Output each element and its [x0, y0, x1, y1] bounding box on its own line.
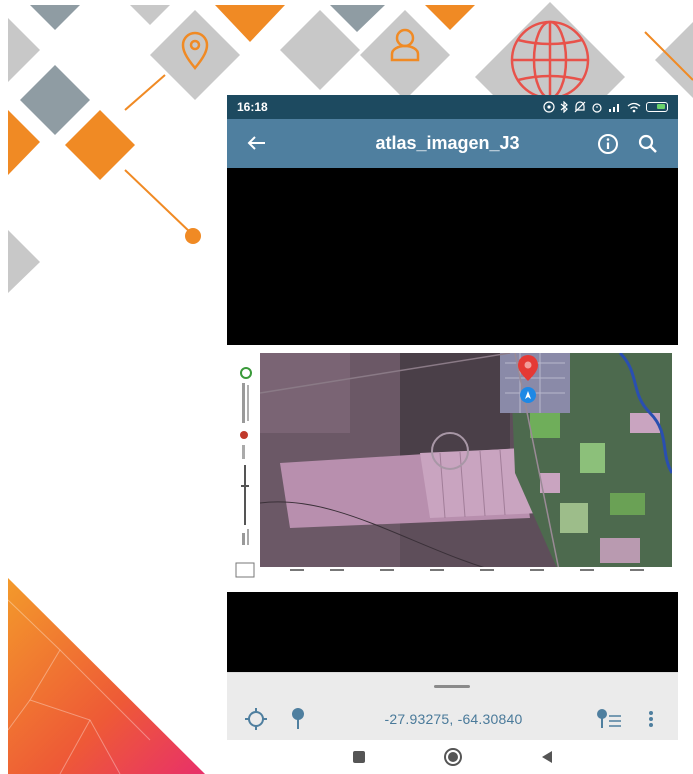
map-legend	[235, 367, 255, 578]
home-button[interactable]	[441, 745, 465, 769]
recents-button[interactable]	[347, 745, 371, 769]
alarm-icon	[592, 103, 602, 113]
arrow-left-icon	[247, 135, 265, 150]
phone-screen: 16:18 atlas_imagen_J3 -27.93275, -64.308…	[227, 95, 678, 774]
search-button[interactable]	[628, 124, 668, 164]
bluetooth-icon	[560, 101, 568, 113]
system-nav-bar	[227, 740, 678, 774]
map-pin-icon	[292, 708, 304, 729]
triangle-back-icon	[541, 751, 552, 763]
info-icon	[598, 133, 618, 154]
satellite-map-image[interactable]	[260, 353, 672, 575]
map-viewport-bottom[interactable]	[227, 592, 678, 672]
mute-icon	[574, 101, 586, 113]
status-icons	[543, 101, 668, 113]
status-time: 16:18	[237, 100, 268, 114]
gps-button[interactable]	[235, 701, 277, 737]
blue-location-icon[interactable]	[520, 387, 536, 403]
back-button[interactable]	[237, 131, 277, 157]
map-image-frame[interactable]	[227, 345, 678, 592]
nav-back-button[interactable]	[535, 745, 559, 769]
crosshair-icon	[245, 708, 267, 730]
search-icon	[638, 134, 657, 153]
bottom-toolbar-row: -27.93275, -64.30840	[227, 701, 678, 737]
drag-handle[interactable]	[434, 685, 470, 688]
info-button[interactable]	[588, 124, 628, 164]
wifi-icon	[627, 102, 641, 112]
bottom-toolbar: -27.93275, -64.30840	[227, 672, 678, 741]
more-options-button[interactable]	[630, 701, 672, 737]
pin-list-icon	[597, 709, 621, 728]
square-icon	[352, 751, 365, 763]
more-vertical-icon	[649, 711, 653, 727]
status-bar: 16:18	[227, 95, 678, 119]
circle-icon	[443, 748, 462, 766]
app-bar: atlas_imagen_J3	[227, 119, 678, 168]
battery-icon	[646, 102, 668, 112]
pin-list-button[interactable]	[588, 701, 630, 737]
map-viewport-top[interactable]	[227, 168, 678, 345]
page-title: atlas_imagen_J3	[375, 133, 520, 153]
coordinates-readout[interactable]: -27.93275, -64.30840	[319, 711, 588, 727]
signal-icon	[609, 104, 619, 112]
add-pin-button[interactable]	[277, 701, 319, 737]
hotspot-icon	[543, 101, 555, 113]
